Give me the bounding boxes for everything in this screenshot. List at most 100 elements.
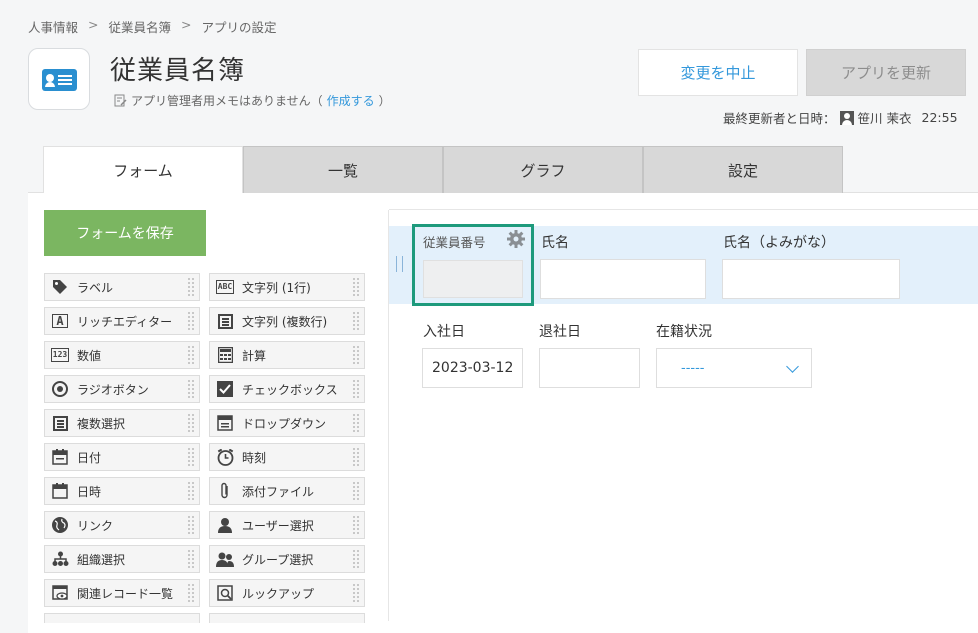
palette-radio[interactable]: ラジオボタン	[44, 375, 200, 403]
updated-time: 22:55	[921, 110, 958, 125]
clock-icon	[214, 446, 236, 468]
breadcrumb-item-hr[interactable]: 人事情報	[28, 17, 78, 36]
drag-grip[interactable]	[352, 549, 360, 569]
gear-icon[interactable]	[507, 230, 525, 248]
last-updated: 最終更新者と日時： 笹川 茉衣 22:55	[723, 108, 958, 127]
update-app-button[interactable]: アプリを更新	[806, 49, 966, 96]
join-date-label: 入社日	[423, 324, 465, 340]
related-records-icon	[49, 582, 71, 604]
palette-item-cut[interactable]	[209, 613, 365, 623]
breadcrumb-item-app[interactable]: 従業員名簿	[109, 17, 172, 36]
palette-link[interactable]: リンク	[44, 511, 200, 539]
palette-group-select[interactable]: グループ選択	[209, 545, 365, 573]
status-label: 在籍状況	[656, 324, 712, 340]
paperclip-icon	[214, 480, 236, 502]
drag-grip[interactable]	[187, 583, 195, 603]
drag-grip[interactable]	[187, 345, 195, 365]
chevron-down-icon	[786, 360, 799, 373]
name-kana-label: 氏名（よみがな）	[723, 235, 835, 251]
org-icon	[49, 548, 71, 570]
tab-settings[interactable]: 設定	[643, 146, 843, 193]
lookup-icon	[214, 582, 236, 604]
multiline-icon	[214, 310, 236, 332]
drag-grip[interactable]	[187, 277, 195, 297]
drag-grip[interactable]	[352, 515, 360, 535]
drag-grip[interactable]	[187, 481, 195, 501]
tab-graph[interactable]: グラフ	[443, 146, 643, 193]
edit-note-icon	[114, 94, 127, 107]
palette-label-text: 複数選択	[77, 416, 126, 431]
drag-grip[interactable]	[352, 277, 360, 297]
status-dropdown[interactable]: -----	[656, 348, 812, 388]
palette-single-line-text[interactable]: ABC 文字列 (1行)	[209, 273, 365, 301]
save-form-button[interactable]: フォームを保存	[44, 210, 206, 256]
palette-label[interactable]: ラベル	[44, 273, 200, 301]
palette-datetime[interactable]: 日時	[44, 477, 200, 505]
breadcrumb: 人事情報 > 従業員名簿 > アプリの設定	[28, 17, 277, 36]
drag-grip[interactable]	[187, 515, 195, 535]
drag-grip[interactable]	[352, 345, 360, 365]
drag-grip[interactable]	[187, 447, 195, 467]
palette-org-select[interactable]: 組織選択	[44, 545, 200, 573]
breadcrumb-item-settings: アプリの設定	[201, 20, 277, 35]
drag-grip[interactable]	[187, 413, 195, 433]
palette-label-text: 日時	[77, 484, 102, 499]
leave-date-label: 退社日	[539, 324, 581, 340]
drag-grip[interactable]	[352, 481, 360, 501]
drag-grip[interactable]	[187, 311, 195, 331]
palette-time[interactable]: 時刻	[209, 443, 365, 471]
breadcrumb-separator: >	[88, 17, 99, 32]
palette-label-text: 数値	[77, 348, 102, 363]
calculator-icon	[214, 344, 236, 366]
calendar-icon	[49, 446, 71, 468]
drag-grip[interactable]	[352, 447, 360, 467]
updated-user[interactable]: 笹川 茉衣	[858, 108, 912, 127]
palette-label-text: 添付ファイル	[242, 484, 315, 499]
drag-grip[interactable]	[352, 583, 360, 603]
user-icon	[839, 110, 854, 125]
breadcrumb-separator: >	[181, 17, 192, 32]
palette-label-text: 時刻	[242, 450, 267, 465]
name-kana-field[interactable]	[722, 259, 900, 299]
leave-date-field[interactable]	[539, 348, 640, 388]
multi-select-icon	[49, 412, 71, 434]
memo-text: アプリ管理者用メモはありません（	[131, 94, 323, 108]
drag-grip[interactable]	[352, 311, 360, 331]
palette-multi-line-text[interactable]: 文字列 (複数行)	[209, 307, 365, 335]
admin-memo: アプリ管理者用メモはありません（ 作成する）	[114, 92, 391, 109]
rich-text-icon: A	[49, 310, 71, 332]
drag-grip[interactable]	[187, 379, 195, 399]
drag-grip[interactable]	[352, 413, 360, 433]
palette-dropdown[interactable]: ドロップダウン	[209, 409, 365, 437]
cancel-changes-button[interactable]: 変更を中止	[638, 49, 798, 96]
palette-label-text: 文字列 (1行)	[242, 280, 311, 295]
palette-label-text: ラジオボタン	[77, 382, 149, 397]
palette-checkbox[interactable]: チェックボックス	[209, 375, 365, 403]
status-value: -----	[681, 360, 705, 376]
palette-number[interactable]: 123 数値	[44, 341, 200, 369]
palette-label-text: 組織選択	[77, 552, 126, 567]
app-id-card-icon	[28, 48, 90, 110]
palette-attachment[interactable]: 添付ファイル	[209, 477, 365, 505]
tab-list[interactable]: 一覧	[243, 146, 443, 193]
palette-related-records[interactable]: 関連レコード一覧	[44, 579, 200, 607]
palette-rich-editor[interactable]: A リッチエディター	[44, 307, 200, 335]
join-date-field[interactable]: 2023-03-12	[422, 348, 523, 388]
drag-grip[interactable]	[187, 549, 195, 569]
palette-label-text: 計算	[242, 348, 267, 363]
row-drag-handle[interactable]	[396, 256, 403, 272]
name-field[interactable]	[540, 259, 706, 299]
tab-form[interactable]: フォーム	[43, 146, 243, 193]
palette-user-select[interactable]: ユーザー選択	[209, 511, 365, 539]
page-title: 従業員名簿	[110, 56, 246, 86]
palette-item-cut[interactable]	[44, 613, 200, 623]
radio-icon	[49, 378, 71, 400]
palette-lookup[interactable]: ルックアップ	[209, 579, 365, 607]
drag-grip[interactable]	[352, 379, 360, 399]
palette-calc[interactable]: 計算	[209, 341, 365, 369]
create-memo-link[interactable]: 作成する	[327, 92, 375, 109]
palette-multi-select[interactable]: 複数選択	[44, 409, 200, 437]
palette-date[interactable]: 日付	[44, 443, 200, 471]
palette-label-text: 日付	[77, 450, 102, 465]
palette-label-text: ルックアップ	[242, 586, 315, 601]
